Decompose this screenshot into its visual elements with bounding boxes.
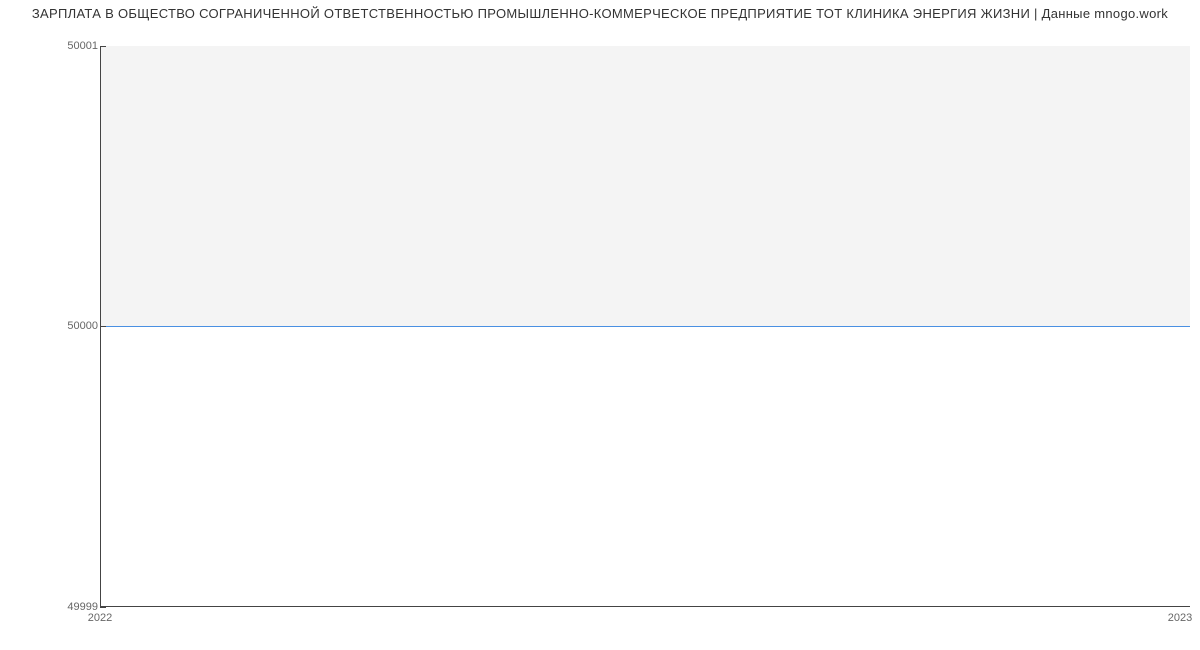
plot-area bbox=[100, 46, 1190, 607]
series-line bbox=[101, 326, 1190, 327]
tick-mark bbox=[100, 46, 106, 47]
tick-mark bbox=[100, 326, 106, 327]
y-tick-top: 50001 bbox=[67, 40, 98, 52]
y-tick-label: 50000 bbox=[67, 320, 98, 332]
x-tick-label: 2022 bbox=[88, 612, 112, 624]
chart-title: ЗАРПЛАТА В ОБЩЕСТВО СОГРАНИЧЕННОЙ ОТВЕТС… bbox=[0, 6, 1200, 21]
x-tick-label: 2023 bbox=[1168, 612, 1192, 624]
y-tick-mid: 50000 bbox=[67, 320, 98, 332]
x-tick-left: 2022 bbox=[88, 612, 112, 624]
x-tick-right: 2023 bbox=[1168, 612, 1192, 624]
y-tick-label: 50001 bbox=[67, 40, 98, 52]
series-fill bbox=[101, 46, 1190, 326]
tick-mark bbox=[100, 607, 106, 608]
